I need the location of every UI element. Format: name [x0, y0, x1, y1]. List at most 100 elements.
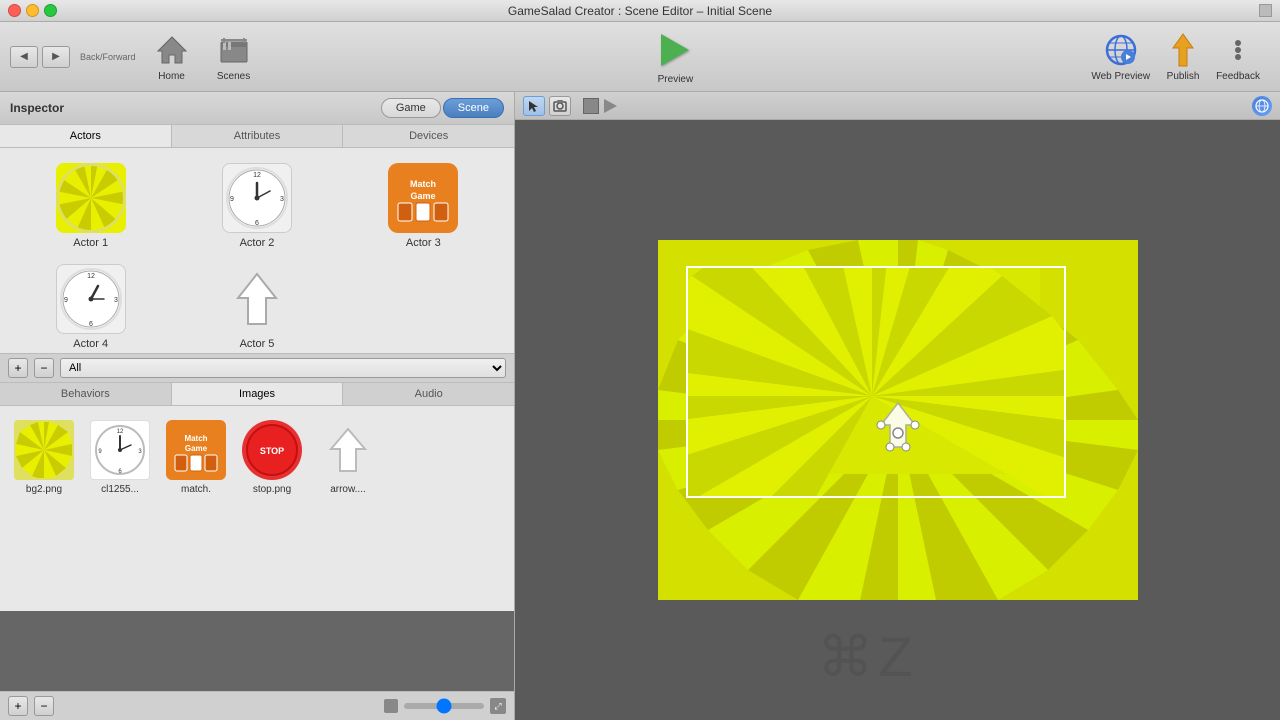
actor-item-1[interactable]: Actor 1 — [10, 158, 171, 254]
minimize-button[interactable] — [26, 4, 39, 17]
devices-tab[interactable]: Devices — [343, 125, 514, 147]
svg-text:Game: Game — [411, 191, 436, 201]
play-button[interactable] — [604, 99, 617, 113]
feedback-item[interactable]: Feedback — [1216, 32, 1260, 82]
svg-text:3: 3 — [114, 297, 118, 304]
right-toolbar: Web Preview Publish Feedback — [1091, 32, 1260, 82]
game-tab[interactable]: Game — [381, 98, 441, 118]
svg-text:STOP: STOP — [260, 446, 284, 456]
image-item-match[interactable]: Match Game match. — [162, 416, 230, 601]
scene-editor: ⌘Z — [515, 92, 1280, 720]
actor-item-5[interactable]: Actor 5 — [176, 259, 337, 353]
publish-item[interactable]: Publish — [1165, 32, 1201, 82]
actor-5-name: Actor 5 — [240, 338, 275, 350]
web-preview-item[interactable]: Web Preview — [1091, 32, 1150, 82]
scene-outer-area — [658, 240, 1138, 600]
scenes-toolbar-item[interactable]: Scenes — [208, 28, 260, 86]
svg-text:9: 9 — [230, 196, 234, 203]
actors-grid: Actor 1 12 3 6 9 — [0, 148, 514, 353]
zoom-slider[interactable] — [404, 703, 484, 709]
feedback-label: Feedback — [1216, 71, 1260, 82]
image-2-name: cl1255... — [101, 484, 139, 495]
image-item-stop[interactable]: STOP stop.png — [238, 416, 306, 601]
add-actor-button[interactable]: + — [8, 358, 28, 378]
selected-actor[interactable] — [863, 395, 933, 468]
publish-label: Publish — [1167, 71, 1200, 82]
select-tool-button[interactable] — [523, 96, 545, 116]
actor-item-2[interactable]: 12 3 6 9 Actor 2 — [176, 158, 337, 254]
scenes-label: Scenes — [217, 71, 250, 82]
back-button[interactable]: ◀ — [10, 46, 38, 68]
close-button[interactable] — [8, 4, 21, 17]
remove-image-button[interactable]: − — [34, 696, 54, 716]
window-title: GameSalad Creator : Scene Editor – Initi… — [508, 4, 772, 18]
image-thumb-arrow — [318, 420, 378, 480]
filter-dropdown[interactable]: All Behaviors Images Audio — [60, 358, 506, 378]
image-thumb-bg2 — [14, 420, 74, 480]
forward-button[interactable]: ▶ — [42, 46, 70, 68]
arrow-actor — [863, 395, 933, 465]
zoom-fullscreen-icon[interactable]: ⤢ — [490, 698, 506, 714]
shortcut-key: Z — [878, 625, 917, 688]
maximize-button[interactable] — [44, 4, 57, 17]
bottom-panel-footer: + − ⤢ — [0, 691, 514, 720]
main-content: Inspector Game Scene Actors Attributes D… — [0, 92, 1280, 720]
web-preview-label: Web Preview — [1091, 71, 1150, 82]
attributes-tab[interactable]: Attributes — [172, 125, 344, 147]
svg-text:Match: Match — [410, 179, 436, 189]
scene-canvas: ⌘Z — [515, 120, 1280, 720]
image-item-clock[interactable]: 12 3 6 9 cl1255... — [86, 416, 154, 601]
actor-thumb-5 — [222, 264, 292, 334]
remove-actor-button[interactable]: − — [34, 358, 54, 378]
scene-tab[interactable]: Scene — [443, 98, 504, 118]
image-3-name: match. — [181, 484, 211, 495]
actor-3-name: Actor 3 — [406, 237, 441, 249]
add-image-button[interactable]: + — [8, 696, 28, 716]
images-grid: bg2.png 12 3 6 9 cl1255... — [0, 406, 514, 611]
main-toolbar: ◀ ▶ Back/Forward Home Scenes — [0, 22, 1280, 92]
actor-4-name: Actor 4 — [73, 338, 108, 350]
image-thumb-stop: STOP — [242, 420, 302, 480]
svg-text:9: 9 — [64, 297, 68, 304]
svg-text:12: 12 — [117, 429, 124, 435]
keyboard-shortcut-display: ⌘Z — [817, 624, 917, 690]
traffic-lights — [8, 4, 57, 17]
image-thumb-clock: 12 3 6 9 — [90, 420, 150, 480]
view-toggle-icon[interactable] — [1252, 96, 1272, 116]
image-4-name: stop.png — [253, 484, 291, 495]
images-tab[interactable]: Images — [172, 383, 344, 405]
actor-2-name: Actor 2 — [240, 237, 275, 249]
preview-button[interactable] — [653, 28, 697, 72]
home-toolbar-item[interactable]: Home — [146, 28, 198, 86]
preview-group: Preview — [653, 28, 697, 85]
image-item-bg2[interactable]: bg2.png — [10, 416, 78, 601]
nav-group: ◀ ▶ — [10, 46, 70, 68]
actor-item-3[interactable]: Match Game Actor 3 — [343, 158, 504, 254]
stop-button[interactable] — [583, 98, 599, 114]
home-icon — [154, 32, 190, 68]
svg-text:6: 6 — [255, 220, 259, 227]
svg-text:12: 12 — [253, 172, 261, 179]
actors-tab[interactable]: Actors — [0, 125, 172, 147]
image-5-name: arrow.... — [330, 484, 366, 495]
titlebar: GameSalad Creator : Scene Editor – Initi… — [0, 0, 1280, 22]
image-item-arrow[interactable]: arrow.... — [314, 416, 382, 601]
bottom-tabs: Behaviors Images Audio — [0, 383, 514, 406]
back-forward-label: Back/Forward — [80, 52, 136, 62]
resize-icon[interactable] — [1259, 4, 1272, 17]
scene-playback-controls — [583, 98, 617, 114]
cmd-symbol: ⌘ — [817, 625, 878, 688]
inspector-tab-group: Game Scene — [381, 98, 504, 118]
actor-item-4[interactable]: 12 3 6 9 Actor 4 — [10, 259, 171, 353]
preview-label: Preview — [658, 74, 694, 85]
camera-tool-button[interactable] — [549, 96, 571, 116]
audio-tab[interactable]: Audio — [343, 383, 514, 405]
behaviors-tab[interactable]: Behaviors — [0, 383, 172, 405]
feedback-icon — [1220, 32, 1256, 68]
zoom-reset-icon[interactable] — [384, 699, 398, 713]
actor-thumb-1 — [56, 163, 126, 233]
actors-bottom-toolbar: + − All Behaviors Images Audio — [0, 353, 514, 383]
svg-text:Game: Game — [185, 444, 208, 453]
left-panel: Inspector Game Scene Actors Attributes D… — [0, 92, 515, 720]
play-triangle-icon — [661, 34, 689, 66]
